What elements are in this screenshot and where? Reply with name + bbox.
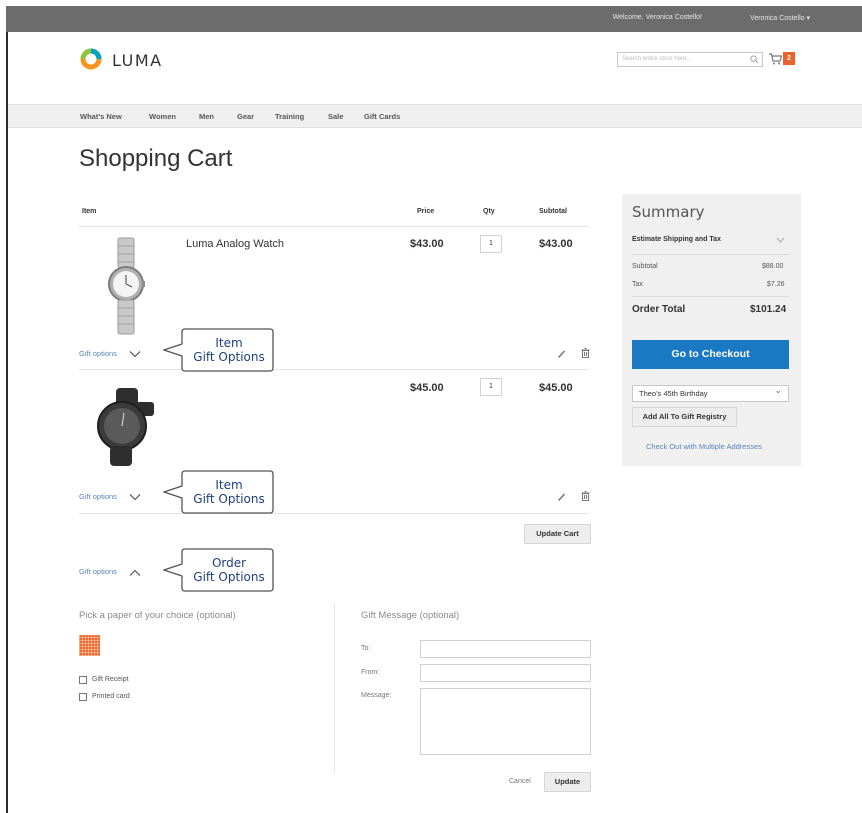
summary-divider — [632, 296, 789, 297]
nav-item-training[interactable]: Training — [275, 112, 304, 121]
cart-count-badge[interactable]: 2 — [783, 52, 795, 65]
row-divider — [79, 369, 589, 370]
estimate-shipping-toggle[interactable]: Estimate Shipping and Tax — [632, 236, 721, 243]
edit-pencil-icon[interactable] — [557, 492, 566, 502]
column-header-subtotal: Subtotal — [539, 208, 567, 215]
chevron-down-icon[interactable] — [776, 237, 785, 243]
nav-item-women[interactable]: Women — [149, 112, 176, 121]
callout-line-1: Item — [215, 336, 243, 350]
gift-message-title: Gift Message (optional) — [361, 610, 460, 621]
gift-update-button[interactable]: Update — [544, 772, 591, 792]
update-cart-button[interactable]: Update Cart — [524, 524, 591, 544]
gift-registry-select[interactable]: Theo's 45th Birthday — [632, 385, 789, 402]
callout-line-1: Order — [211, 556, 247, 570]
main-navigation: What's New Women Men Gear Training Sale … — [8, 104, 862, 128]
item-price: $43.00 — [410, 238, 444, 250]
to-label: To: — [361, 645, 371, 652]
callout-line-2: Gift Options — [193, 492, 265, 506]
nav-item-gift-cards[interactable]: Gift Cards — [364, 112, 400, 121]
gift-cancel-link[interactable]: Cancel — [509, 778, 531, 785]
item-subtotal: $43.00 — [539, 238, 573, 250]
gift-wrap-swatch[interactable] — [79, 635, 100, 656]
qty-input[interactable]: 1 — [480, 235, 502, 253]
welcome-message: Welcome, Veronica Costello! — [612, 14, 702, 21]
order-total-label: Order Total — [632, 304, 686, 315]
luma-logo-icon[interactable] — [80, 48, 102, 70]
product-name-link[interactable]: Luma Analog Watch — [186, 238, 284, 250]
nav-item-gear[interactable]: Gear — [237, 112, 254, 121]
callout-order-gift-options: Order Gift Options — [163, 546, 275, 594]
search-input[interactable]: Search entire store here... — [617, 52, 763, 67]
trash-icon[interactable] — [581, 348, 590, 358]
gift-message-textarea[interactable] — [420, 688, 591, 755]
callout-line-1: Item — [215, 478, 243, 492]
gift-receipt-checkbox[interactable] — [79, 676, 87, 684]
printed-card-label: Printed card — [92, 693, 130, 700]
subtotal-label: Subtotal — [632, 263, 658, 270]
callout-item-gift-options: Item Gift Options — [163, 468, 275, 516]
summary-title: Summary — [632, 203, 705, 221]
subtotal-value: $88.00 — [762, 263, 784, 270]
gift-to-input[interactable] — [420, 640, 591, 658]
gift-receipt-label: Gift Receipt — [92, 676, 129, 683]
summary-divider — [632, 254, 789, 255]
callout-item-gift-options: Item Gift Options — [163, 326, 275, 374]
qty-input[interactable]: 1 — [480, 378, 502, 396]
column-header-item: Item — [82, 208, 97, 215]
column-header-qty: Qty — [483, 208, 495, 215]
edit-pencil-icon[interactable] — [557, 349, 566, 359]
callout-line-2: Gift Options — [193, 350, 265, 364]
search-placeholder: Search entire store here... — [622, 56, 692, 62]
top-bar: Welcome, Veronica Costello! Veronica Cos… — [6, 6, 862, 32]
item-subtotal: $45.00 — [539, 382, 573, 394]
from-label: From: — [361, 669, 380, 676]
gift-from-input[interactable] — [420, 664, 591, 682]
trash-icon[interactable] — [581, 491, 590, 501]
item-price: $45.00 — [410, 382, 444, 394]
search-icon[interactable] — [750, 55, 759, 64]
item-gift-options-link[interactable]: Gift options — [79, 492, 117, 501]
product-image-sport-watch[interactable] — [94, 388, 158, 466]
nav-item-whats-new[interactable]: What's New — [80, 112, 122, 121]
message-label: Message: — [361, 692, 392, 699]
tax-label: Tax — [632, 281, 643, 288]
nav-item-men[interactable]: Men — [199, 112, 214, 121]
printed-card-checkbox[interactable] — [79, 693, 87, 701]
multiple-addresses-link[interactable]: Check Out with Multiple Addresses — [646, 442, 762, 451]
go-to-checkout-button[interactable]: Go to Checkout — [632, 340, 789, 369]
customer-menu[interactable]: Veronica Costello — [750, 14, 810, 22]
add-to-gift-registry-button[interactable]: Add All To Gift Registry — [632, 407, 737, 427]
chevron-down-icon[interactable] — [129, 493, 141, 501]
nav-item-sale[interactable]: Sale — [328, 112, 343, 121]
chevron-down-icon[interactable] — [129, 350, 141, 358]
order-total-value: $101.24 — [750, 304, 787, 315]
chevron-up-icon[interactable] — [129, 569, 141, 577]
gift-wrap-label: Pick a paper of your choice (optional) — [79, 610, 236, 621]
cart-icon[interactable] — [769, 53, 782, 65]
form-divider — [334, 604, 335, 774]
logo-text[interactable]: LUMA — [112, 51, 163, 70]
row-divider — [79, 513, 589, 514]
product-image-analog-watch[interactable] — [104, 236, 148, 336]
tax-value: $7.26 — [767, 281, 785, 288]
order-gift-options-link[interactable]: Gift options — [79, 567, 117, 576]
callout-line-2: Gift Options — [193, 570, 265, 584]
column-header-price: Price — [417, 208, 435, 215]
item-gift-options-link[interactable]: Gift options — [79, 349, 117, 358]
page-title: Shopping Cart — [79, 145, 233, 172]
table-divider — [79, 226, 589, 227]
